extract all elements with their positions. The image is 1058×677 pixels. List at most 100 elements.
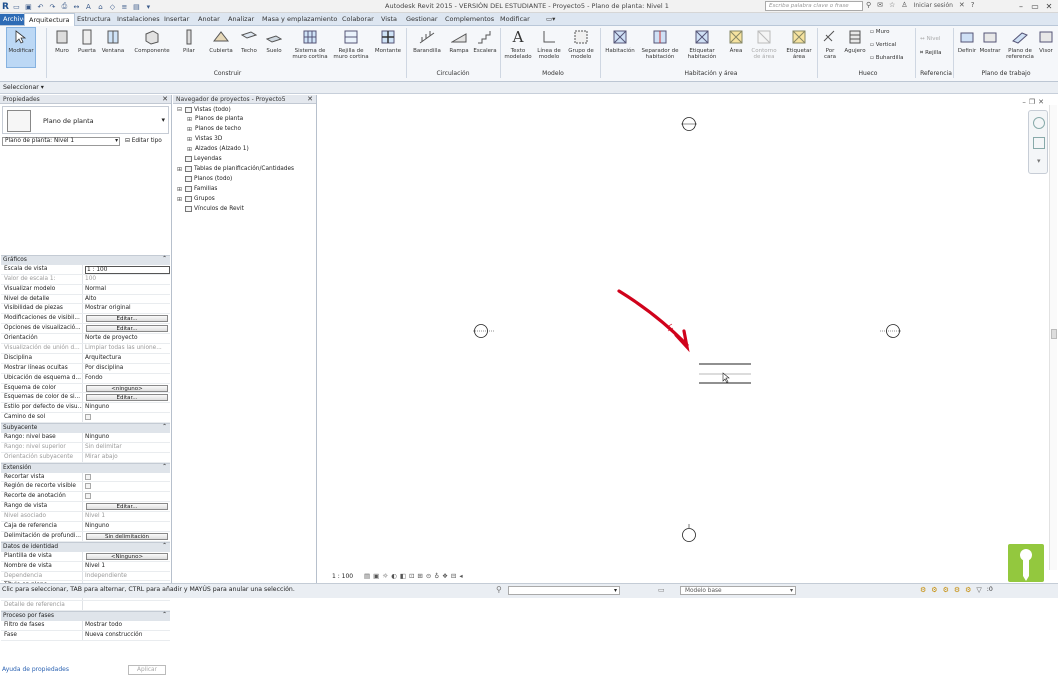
tree-node[interactable]: ⊞ Familias xyxy=(177,186,217,193)
section-header-2[interactable]: Extensión ⌃ xyxy=(1,462,170,473)
wall-button[interactable]: Muro xyxy=(52,28,72,54)
property-edit-button[interactable]: Editar... xyxy=(86,394,168,402)
text-icon[interactable]: A xyxy=(84,2,93,11)
select-by-face-icon[interactable]: ⚙ xyxy=(954,586,960,594)
workset-combo[interactable]: ▾ xyxy=(508,586,620,595)
open-icon[interactable]: ▭ xyxy=(12,2,21,11)
signin-link[interactable]: Iniciar sesión xyxy=(914,2,953,9)
tree-node[interactable]: ⊞ Alzados (Alzado 1) xyxy=(187,146,249,153)
shadows-icon[interactable]: ◐ xyxy=(391,572,397,580)
mullion-button[interactable]: Montante xyxy=(373,28,403,54)
expand-icon[interactable]: ⊞ xyxy=(187,126,193,133)
curtain-system-button[interactable]: Sistema de muro cortina xyxy=(290,28,330,60)
filter-icon[interactable]: ▽ xyxy=(976,586,981,594)
tree-node[interactable]: Planos (todo) xyxy=(177,175,232,182)
room-separator-button[interactable]: Separador de habitación xyxy=(640,28,680,60)
tree-node[interactable]: ⊞ Grupos xyxy=(177,196,215,203)
edit-type-button[interactable]: ⊟ Editar tipo xyxy=(125,138,162,144)
tag-room-button[interactable]: Etiquetar habitación xyxy=(684,28,720,60)
expand-icon[interactable]: ⊞ xyxy=(177,186,183,193)
drawing-area[interactable]: – ❐ ✕ xyxy=(318,95,1058,583)
select-pinned-icon[interactable]: ⚙ xyxy=(943,586,949,594)
property-button-cell[interactable]: Editar... xyxy=(83,502,170,511)
type-selector[interactable]: Plano de planta ▾ xyxy=(2,106,169,134)
worksharing-icon[interactable]: ⊟ xyxy=(451,572,456,580)
visual-style-icon[interactable]: ▣ xyxy=(373,572,379,580)
property-checkbox-cell[interactable] xyxy=(83,413,170,422)
tree-node[interactable]: Vínculos de Revit xyxy=(177,205,244,212)
tab-gestionar[interactable]: Gestionar xyxy=(406,15,438,23)
property-value[interactable]: Nivel 1 xyxy=(83,562,170,571)
property-button-cell[interactable]: Editar... xyxy=(83,324,170,333)
instance-selector[interactable]: Plano de planta: Nivel 1 ▾ xyxy=(2,137,120,146)
property-value[interactable]: Mostrar todo xyxy=(83,621,170,630)
expand-icon[interactable]: ⊞ xyxy=(177,166,183,173)
detail-level-icon[interactable]: ▤ xyxy=(364,572,370,580)
elevation-marker-east[interactable] xyxy=(880,324,901,338)
drag-elements-icon[interactable]: ⚙ xyxy=(965,586,971,594)
section-header-4[interactable]: Proceso por fases ⌃ xyxy=(1,611,170,621)
vertical-scrollbar[interactable] xyxy=(1049,105,1057,570)
section-header-1[interactable]: Subyacente ⌃ xyxy=(1,423,170,434)
select-underlay-icon[interactable]: ⚙ xyxy=(931,586,937,594)
property-button-cell[interactable]: Editar... xyxy=(83,393,170,402)
by-face-button[interactable]: Por cara xyxy=(820,28,840,60)
column-button[interactable]: Pilar xyxy=(181,28,197,54)
dormer-button[interactable]: ▫ Buhardilla xyxy=(870,55,903,61)
property-value[interactable]: Por disciplina xyxy=(83,364,170,373)
grid-button[interactable]: ⌗ Rejilla xyxy=(920,50,942,56)
property-value[interactable]: Ninguno xyxy=(83,433,170,442)
pin-icon[interactable]: ⚲ xyxy=(496,585,502,594)
wall-opening-button[interactable]: ▫ Muro xyxy=(870,29,889,35)
steering-wheel-icon[interactable] xyxy=(1033,117,1045,129)
property-value[interactable]: Fondo xyxy=(83,374,170,383)
crop-icon[interactable]: ⊡ xyxy=(409,572,414,580)
property-edit-button[interactable]: Editar... xyxy=(86,325,168,333)
property-button-cell[interactable]: Editar... xyxy=(83,314,170,323)
property-input[interactable]: 1 : 100 xyxy=(85,265,170,274)
tree-node[interactable]: Leyendas xyxy=(177,155,222,162)
3d-view-icon[interactable]: ⌂ xyxy=(96,2,105,11)
set-button[interactable]: Definir xyxy=(956,28,978,54)
collapse-icon[interactable]: ⊟ xyxy=(177,106,183,113)
tab-instalaciones[interactable]: Instalaciones xyxy=(117,15,160,23)
close-icon[interactable]: ✕ xyxy=(162,95,168,103)
expand-icon[interactable]: ⊞ xyxy=(187,136,193,143)
select-links-icon[interactable]: ⚙ xyxy=(920,586,926,594)
tree-node[interactable]: ⊞ Vistas 3D xyxy=(187,136,222,143)
scroll-thumb[interactable] xyxy=(1051,329,1057,339)
collapse-icon[interactable]: ⌃ xyxy=(162,543,167,549)
crop-region-icon[interactable]: ⊞ xyxy=(417,572,422,580)
tag-area-button[interactable]: Etiquetar área xyxy=(782,28,816,60)
door-button[interactable]: Puerta xyxy=(76,28,98,54)
close-icon[interactable]: ✕ xyxy=(1042,0,1056,12)
tab-extra-icon[interactable]: ▭▾ xyxy=(546,15,555,23)
tab-colaborar[interactable]: Colaborar xyxy=(342,15,374,23)
property-checkbox[interactable] xyxy=(85,473,91,480)
model-group-button[interactable]: Grupo de modelo xyxy=(565,28,597,60)
select-dropdown[interactable]: Seleccionar ▾ xyxy=(3,84,44,91)
tree-node[interactable]: ⊞ Tablas de planificación/Cantidades xyxy=(177,166,294,173)
property-edit-button[interactable]: <Ninguno> xyxy=(86,552,168,560)
redo-icon[interactable]: ↷ xyxy=(48,2,57,11)
property-value[interactable]: Ninguno xyxy=(83,522,170,531)
property-button-cell[interactable]: <Ninguno> xyxy=(83,552,170,561)
customize-icon[interactable]: ▾ xyxy=(144,2,153,11)
viewer-button[interactable]: Visor xyxy=(1036,28,1056,54)
model-text-button[interactable]: A Texto modelado xyxy=(503,28,533,61)
ramp-button[interactable]: Rampa xyxy=(447,28,471,54)
property-value[interactable]: Normal xyxy=(83,285,170,294)
property-checkbox-cell[interactable] xyxy=(83,492,170,501)
view-scale[interactable]: 1 : 100 xyxy=(332,573,353,580)
level-button[interactable]: ↔ Nivel xyxy=(920,36,940,42)
expand-icon[interactable]: ⊞ xyxy=(187,146,193,153)
collapse-icon[interactable]: ⌃ xyxy=(162,424,167,430)
property-value[interactable]: Arquitectura xyxy=(83,354,170,363)
tab-insertar[interactable]: Insertar xyxy=(164,15,189,23)
section-icon[interactable]: ◇ xyxy=(108,2,117,11)
help-icon[interactable]: ? xyxy=(971,1,975,9)
wall-element[interactable] xyxy=(699,363,751,384)
show-button[interactable]: Mostrar xyxy=(979,28,1001,54)
elevation-marker-north[interactable] xyxy=(681,117,697,131)
stair-button[interactable]: Escalera xyxy=(472,28,498,54)
